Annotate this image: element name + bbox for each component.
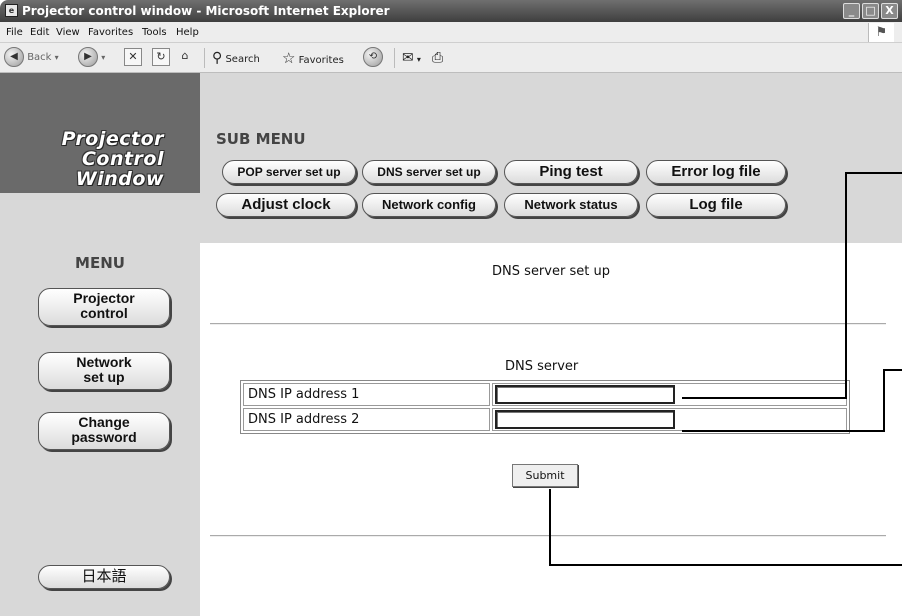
home-icon: ⌂ bbox=[181, 49, 189, 62]
ie-app-icon: e bbox=[5, 4, 18, 17]
dns-ip-address-2-input[interactable] bbox=[495, 410, 675, 429]
refresh-button[interactable]: ↻ bbox=[152, 47, 170, 69]
back-button[interactable]: ◀ Back ▾ bbox=[4, 47, 59, 69]
history-button[interactable]: ⟲ bbox=[363, 47, 383, 69]
dns-server-setup-button[interactable]: DNS server set up bbox=[362, 160, 496, 184]
window-title: Projector control window - Microsoft Int… bbox=[22, 4, 390, 18]
search-icon: ⚲ bbox=[212, 50, 223, 66]
home-button[interactable]: ⌂ bbox=[176, 47, 194, 69]
forward-arrow-icon: ▶ bbox=[78, 47, 98, 67]
callout-line bbox=[845, 172, 847, 399]
windows-logo-icon: ⚑ bbox=[868, 23, 894, 42]
dns-ip-address-1-label: DNS IP address 1 bbox=[243, 383, 490, 406]
print-icon: ⎙ bbox=[432, 50, 444, 66]
network-config-button[interactable]: Network config bbox=[362, 193, 496, 217]
favorites-button[interactable]: ☆ Favorites bbox=[282, 47, 344, 69]
dns-ip-address-2-cell bbox=[492, 408, 847, 431]
submenu-title: SUB MENU bbox=[216, 130, 306, 148]
search-button[interactable]: ⚲ Search bbox=[212, 47, 260, 69]
ping-test-button[interactable]: Ping test bbox=[504, 160, 638, 184]
menu-title: MENU bbox=[75, 254, 125, 272]
callout-line bbox=[845, 172, 902, 174]
menu-bar: File Edit View Favorites Tools Help bbox=[0, 22, 902, 43]
adjust-clock-button[interactable]: Adjust clock bbox=[216, 193, 356, 217]
callout-line bbox=[682, 430, 884, 432]
menu-favorites[interactable]: Favorites bbox=[88, 22, 133, 43]
forward-dropdown-icon: ▾ bbox=[101, 53, 106, 62]
mail-button[interactable]: ✉ ▾ bbox=[402, 47, 421, 69]
callout-line bbox=[549, 489, 551, 566]
callout-line bbox=[883, 369, 885, 432]
history-icon: ⟲ bbox=[363, 47, 383, 67]
print-button[interactable]: ⎙ bbox=[432, 47, 443, 69]
dns-settings-table: DNS IP address 1 DNS IP address 2 bbox=[240, 380, 850, 434]
stop-icon: ✕ bbox=[124, 48, 142, 66]
menu-file[interactable]: File bbox=[6, 22, 23, 43]
menu-edit[interactable]: Edit bbox=[30, 22, 49, 43]
minimize-button[interactable]: _ bbox=[843, 3, 860, 19]
back-dropdown-icon: ▾ bbox=[54, 53, 59, 62]
dns-ip-address-1-cell bbox=[492, 383, 847, 406]
submit-button[interactable]: Submit bbox=[512, 464, 578, 487]
maximize-button[interactable]: □ bbox=[862, 3, 879, 19]
mail-dropdown-icon: ▾ bbox=[416, 55, 421, 64]
projector-control-window-logo: Projector Control Window bbox=[61, 128, 164, 190]
favorites-star-icon: ☆ bbox=[282, 49, 296, 67]
window-titlebar: e Projector control window - Microsoft I… bbox=[0, 0, 902, 22]
divider-bottom bbox=[210, 535, 886, 537]
callout-line bbox=[682, 397, 846, 399]
page-title: DNS server set up bbox=[492, 264, 610, 279]
stop-button[interactable]: ✕ bbox=[124, 47, 142, 69]
pop-server-setup-button[interactable]: POP server set up bbox=[222, 160, 356, 184]
callout-line bbox=[549, 564, 902, 566]
divider-top bbox=[210, 323, 886, 325]
refresh-icon: ↻ bbox=[152, 48, 170, 66]
table-row: DNS IP address 1 bbox=[243, 383, 847, 406]
mail-icon: ✉ bbox=[402, 50, 414, 66]
menu-tools[interactable]: Tools bbox=[142, 22, 167, 43]
back-arrow-icon: ◀ bbox=[4, 47, 24, 67]
menu-help[interactable]: Help bbox=[176, 22, 199, 43]
callout-line bbox=[883, 369, 902, 371]
forward-button[interactable]: ▶ ▾ bbox=[78, 47, 105, 69]
close-button[interactable]: X bbox=[881, 3, 898, 19]
network-setup-button[interactable]: Network set up bbox=[38, 352, 170, 390]
change-password-button[interactable]: Change password bbox=[38, 412, 170, 450]
dns-server-label: DNS server bbox=[505, 359, 579, 374]
projector-control-button[interactable]: Projector control bbox=[38, 288, 170, 326]
browser-toolbar: ◀ Back ▾ ▶ ▾ ✕ ↻ ⌂ ⚲ Search ☆ Favorites … bbox=[0, 43, 902, 73]
menu-view[interactable]: View bbox=[56, 22, 80, 43]
dns-ip-address-2-label: DNS IP address 2 bbox=[243, 408, 490, 431]
table-row: DNS IP address 2 bbox=[243, 408, 847, 431]
error-log-file-button[interactable]: Error log file bbox=[646, 160, 786, 184]
dns-ip-address-1-input[interactable] bbox=[495, 385, 675, 404]
submenu-panel bbox=[200, 73, 902, 243]
log-file-button[interactable]: Log file bbox=[646, 193, 786, 217]
network-status-button[interactable]: Network status bbox=[504, 193, 638, 217]
toolbar-separator bbox=[204, 48, 205, 68]
toolbar-separator bbox=[394, 48, 395, 68]
japanese-language-button[interactable]: 日本語 bbox=[38, 565, 170, 589]
